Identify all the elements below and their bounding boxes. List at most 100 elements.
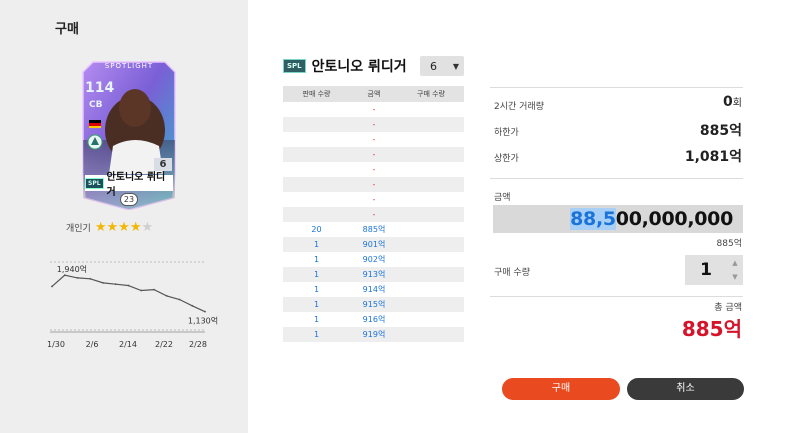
star-rating: ★★★★★ bbox=[95, 221, 153, 234]
star-icon: ★ bbox=[141, 220, 154, 235]
order-sell-qty: 1 bbox=[313, 240, 320, 249]
x-tick-label: 2/22 bbox=[155, 340, 173, 349]
column-sell-qty: 판매 수량 bbox=[302, 90, 331, 98]
player-card[interactable]: SPOTLIGHT 114 CB 6 SPL 안토니오 뤼디거 23 bbox=[79, 60, 179, 210]
popularity-rating: 개인기 ★★★★★ bbox=[66, 221, 153, 234]
price-point bbox=[204, 310, 206, 313]
price-point bbox=[114, 283, 117, 286]
star-icon: ★ bbox=[129, 220, 142, 235]
order-price: - bbox=[372, 210, 376, 219]
price-point bbox=[127, 284, 130, 287]
price-point bbox=[140, 289, 143, 292]
chevron-up-icon[interactable]: ▲ bbox=[729, 256, 741, 270]
order-sell-qty: 1 bbox=[313, 330, 320, 339]
max-value-label: 1,940억 bbox=[57, 264, 87, 274]
order-price: - bbox=[372, 180, 376, 189]
order-book-body: - - - - - - - -20 885억 1 901억 1 902억 1 913억 1 914억 1 915억 1… bbox=[283, 102, 464, 342]
order-price: 901억 bbox=[362, 240, 386, 249]
price-point bbox=[165, 295, 168, 297]
divider bbox=[490, 87, 743, 88]
total-value: 885억 bbox=[681, 317, 742, 341]
popularity-label: 개인기 bbox=[66, 224, 91, 234]
order-row[interactable]: - bbox=[283, 207, 464, 222]
order-price: - bbox=[372, 195, 376, 204]
price-point bbox=[102, 281, 104, 284]
order-row[interactable]: - bbox=[283, 102, 464, 117]
card-rating: 114 bbox=[85, 80, 115, 96]
star-icon: ★ bbox=[94, 220, 107, 235]
volume-label: 2시간 거래량 bbox=[494, 102, 544, 112]
order-row[interactable]: - bbox=[283, 192, 464, 207]
order-row[interactable]: 1 913억 bbox=[283, 267, 464, 282]
order-book-table: 판매 수량 금액 구매 수량 - - - - - - - -20 885억 1 901억 1 902억 1… bbox=[283, 86, 464, 342]
price-point bbox=[63, 274, 66, 277]
level-select[interactable]: 6 ▼ bbox=[420, 56, 464, 76]
x-tick-label: 2/14 bbox=[119, 340, 137, 349]
quantity-value[interactable]: 1 bbox=[685, 255, 727, 285]
order-row[interactable]: 1 901억 bbox=[283, 237, 464, 252]
volume-unit: 회 bbox=[732, 98, 742, 109]
max-price-label: 상한가 bbox=[494, 154, 519, 164]
card-player-name: 안토니오 뤼디거 bbox=[106, 172, 166, 198]
order-price: - bbox=[372, 120, 376, 129]
card-position: CB bbox=[89, 100, 103, 110]
order-price: - bbox=[372, 165, 376, 174]
card-year-badge: 23 bbox=[120, 193, 138, 206]
amount-rest-text: 00,000,000 bbox=[615, 208, 734, 230]
season-tag: SPL bbox=[283, 59, 306, 73]
amount-input[interactable]: 88,500,000,000 bbox=[493, 205, 743, 233]
order-row[interactable]: - bbox=[283, 132, 464, 147]
price-point bbox=[191, 304, 194, 307]
amount-selected-text: 88,5 bbox=[570, 208, 616, 230]
order-row[interactable]: - bbox=[283, 117, 464, 132]
order-price: 885억 bbox=[362, 225, 386, 234]
min-price-label: 하한가 bbox=[494, 128, 519, 138]
order-sell-qty: 1 bbox=[313, 285, 320, 294]
order-price: - bbox=[372, 135, 376, 144]
order-row[interactable]: 1 902억 bbox=[283, 252, 464, 267]
x-tick-label: 1/30 bbox=[47, 340, 65, 349]
x-tick-label: 2/6 bbox=[86, 340, 99, 349]
min-price-value: 885억 bbox=[699, 123, 742, 139]
order-row[interactable]: - bbox=[283, 177, 464, 192]
level-select-value: 6 bbox=[430, 59, 437, 73]
order-row[interactable]: 1 919억 bbox=[283, 327, 464, 342]
order-price: 902억 bbox=[362, 255, 386, 264]
card-badge: SPOTLIGHT bbox=[104, 62, 154, 70]
quantity-label: 구매 수량 bbox=[494, 268, 530, 278]
season-tag: SPL bbox=[85, 177, 104, 189]
order-row[interactable]: - bbox=[283, 147, 464, 162]
price-point bbox=[51, 285, 53, 288]
star-icon: ★ bbox=[118, 220, 130, 235]
order-sell-qty: 1 bbox=[313, 315, 320, 324]
order-row[interactable]: 20 885억 bbox=[283, 222, 464, 237]
order-price: - bbox=[372, 105, 376, 114]
min-value-label: 1,130억 bbox=[188, 316, 218, 326]
order-row[interactable]: 1 916억 bbox=[283, 312, 464, 327]
chevron-down-icon: ▼ bbox=[452, 61, 459, 71]
buy-button[interactable]: 구매 bbox=[502, 378, 620, 400]
cancel-button[interactable]: 취소 bbox=[627, 378, 744, 400]
quantity-stepper[interactable]: 1 ▲ ▼ bbox=[685, 255, 743, 285]
column-buy-qty: 구매 수량 bbox=[417, 90, 445, 98]
page-title: 구매 bbox=[55, 22, 79, 37]
order-price: 919억 bbox=[362, 330, 386, 339]
star-icon: ★ bbox=[106, 220, 119, 235]
order-price: 915억 bbox=[362, 300, 386, 309]
price-series-line bbox=[51, 274, 206, 313]
order-row[interactable]: 1 915억 bbox=[283, 297, 464, 312]
price-point bbox=[178, 298, 181, 301]
order-sell-qty: 1 bbox=[313, 270, 320, 279]
total-label: 총 금액 bbox=[714, 303, 742, 313]
order-price: 913억 bbox=[362, 270, 386, 279]
amount-summary: 885억 bbox=[716, 239, 742, 249]
chevron-down-icon[interactable]: ▼ bbox=[729, 270, 741, 284]
order-row[interactable]: - bbox=[283, 162, 464, 177]
column-price: 금액 bbox=[367, 90, 381, 98]
player-header: SPL 안토니오 뤼디거 bbox=[283, 56, 407, 76]
left-panel: 구매 SPOTLIGHT 114 CB 6 SPL 안토니오 뤼디거 23 개인… bbox=[0, 0, 248, 433]
order-price: - bbox=[372, 150, 376, 159]
order-row[interactable]: 1 914억 bbox=[283, 282, 464, 297]
price-history-chart: 1,940억 1,130억 1/30 2/6 2/14 2/22 2/28 bbox=[47, 261, 218, 349]
order-price: 916억 bbox=[362, 315, 386, 324]
